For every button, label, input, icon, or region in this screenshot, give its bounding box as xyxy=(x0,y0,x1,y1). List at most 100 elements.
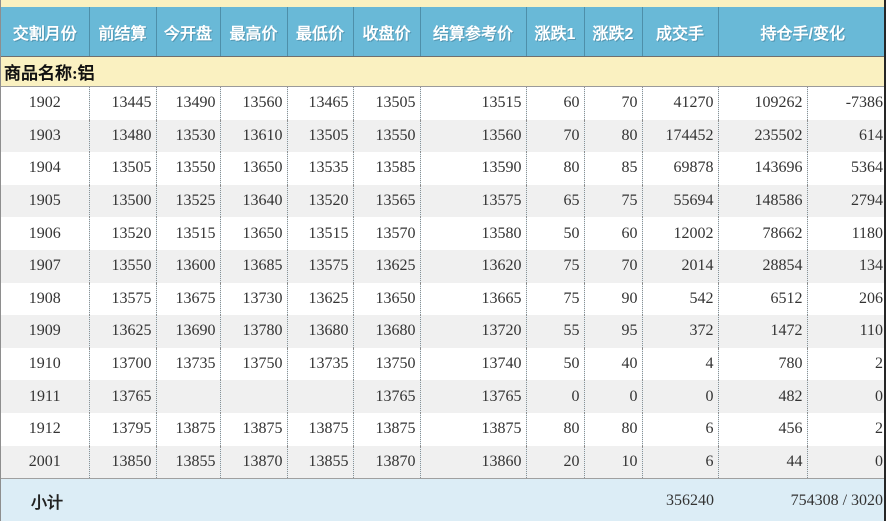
cell-month: 1902 xyxy=(1,87,89,120)
cell-settle_ref: 13740 xyxy=(420,348,526,381)
cell-open: 13735 xyxy=(156,348,220,381)
cell-oi_change: 206 xyxy=(807,283,886,316)
cell-open_interest: 6512 xyxy=(718,283,807,316)
cell-open_interest: 143696 xyxy=(718,152,807,185)
cell-close: 13625 xyxy=(353,250,420,283)
cell-open_interest: 148586 xyxy=(718,185,807,218)
cell-month: 1912 xyxy=(1,413,89,446)
cell-settle_ref: 13620 xyxy=(420,250,526,283)
cell-change1: 60 xyxy=(526,87,584,120)
cell-change1: 80 xyxy=(526,152,584,185)
cell-close: 13750 xyxy=(353,348,420,381)
cell-change2: 70 xyxy=(584,87,642,120)
futures-quote-panel: 交割月份 前结算 今开盘 最高价 最低价 收盘价 结算参考价 涨跌1 涨跌2 成… xyxy=(0,0,886,521)
cell-open_interest: 44 xyxy=(718,446,807,479)
cell-month: 1911 xyxy=(1,380,89,413)
cell-volume: 6 xyxy=(642,446,718,479)
cell-month: 1907 xyxy=(1,250,89,283)
cell-change2: 75 xyxy=(584,185,642,218)
cell-open_interest: 28854 xyxy=(718,250,807,283)
subtotal-open-interest: 754308 / 3020 xyxy=(718,479,886,521)
table-row: 1910137001373513750137351375013740504047… xyxy=(1,348,886,381)
column-header-open: 今开盘 xyxy=(156,7,220,57)
cell-low: 13520 xyxy=(287,185,353,218)
column-header-volume: 成交手 xyxy=(642,7,718,57)
cell-volume: 2014 xyxy=(642,250,718,283)
column-header-change1: 涨跌1 xyxy=(526,7,584,57)
cell-prev_settle: 13445 xyxy=(89,87,156,120)
product-name-row: 商品名称:铝 xyxy=(1,57,886,87)
cell-open: 13675 xyxy=(156,283,220,316)
cell-month: 1908 xyxy=(1,283,89,316)
cell-close: 13650 xyxy=(353,283,420,316)
column-header-high: 最高价 xyxy=(220,7,287,57)
column-header-prev-settlement: 前结算 xyxy=(89,7,156,57)
table-row: 1908135751367513730136251365013665759054… xyxy=(1,283,886,316)
cell-close: 13570 xyxy=(353,217,420,250)
cell-change2: 70 xyxy=(584,250,642,283)
cell-open_interest: 109262 xyxy=(718,87,807,120)
cell-oi_change: 5364 xyxy=(807,152,886,185)
cell-volume: 174452 xyxy=(642,120,718,153)
cell-low: 13855 xyxy=(287,446,353,479)
cell-oi_change: 0 xyxy=(807,380,886,413)
cell-high: 13650 xyxy=(220,217,287,250)
cell-volume: 6 xyxy=(642,413,718,446)
cell-settle_ref: 13590 xyxy=(420,152,526,185)
cell-open: 13600 xyxy=(156,250,220,283)
cell-month: 1903 xyxy=(1,120,89,153)
cell-change1: 80 xyxy=(526,413,584,446)
table-body: 商品名称:铝 190213445134901356013465135051351… xyxy=(1,57,886,479)
cell-open: 13490 xyxy=(156,87,220,120)
table-header: 交割月份 前结算 今开盘 最高价 最低价 收盘价 结算参考价 涨跌1 涨跌2 成… xyxy=(1,7,886,57)
cell-open_interest: 235502 xyxy=(718,120,807,153)
product-name-label: 商品名称:铝 xyxy=(1,57,886,87)
cell-high: 13610 xyxy=(220,120,287,153)
table-row: 1905135001352513640135201356513575657555… xyxy=(1,185,886,218)
cell-high: 13730 xyxy=(220,283,287,316)
cell-low: 13625 xyxy=(287,283,353,316)
cell-change1: 75 xyxy=(526,283,584,316)
column-header-close: 收盘价 xyxy=(353,7,420,57)
cell-oi_change: 110 xyxy=(807,315,886,348)
cell-low: 13875 xyxy=(287,413,353,446)
table-row: 1909136251369013780136801368013720559537… xyxy=(1,315,886,348)
cell-prev_settle: 13500 xyxy=(89,185,156,218)
table-row: 1906135201351513650135151357013580506012… xyxy=(1,217,886,250)
cell-change2: 0 xyxy=(584,380,642,413)
column-header-low: 最低价 xyxy=(287,7,353,57)
subtotal-volume: 356240 xyxy=(642,479,718,521)
cell-prev_settle: 13765 xyxy=(89,380,156,413)
cell-month: 1905 xyxy=(1,185,89,218)
table-row: 19111376513765137650004820 xyxy=(1,380,886,413)
cell-month: 1910 xyxy=(1,348,89,381)
table-footer: 小计 356240 754308 / 3020 xyxy=(1,479,886,521)
cell-open: 13690 xyxy=(156,315,220,348)
table-row: 1904135051355013650135351358513590808569… xyxy=(1,152,886,185)
cell-settle_ref: 13515 xyxy=(420,87,526,120)
cell-change2: 60 xyxy=(584,217,642,250)
cell-open_interest: 456 xyxy=(718,413,807,446)
cell-prev_settle: 13520 xyxy=(89,217,156,250)
cell-high: 13650 xyxy=(220,152,287,185)
cell-close: 13765 xyxy=(353,380,420,413)
cell-volume: 542 xyxy=(642,283,718,316)
column-header-change2: 涨跌2 xyxy=(584,7,642,57)
cell-prev_settle: 13625 xyxy=(89,315,156,348)
cell-prev_settle: 13505 xyxy=(89,152,156,185)
cell-change2: 95 xyxy=(584,315,642,348)
cell-open_interest: 780 xyxy=(718,348,807,381)
cell-volume: 372 xyxy=(642,315,718,348)
column-header-delivery-month: 交割月份 xyxy=(1,7,89,57)
cell-close: 13875 xyxy=(353,413,420,446)
futures-quote-table: 交割月份 前结算 今开盘 最高价 最低价 收盘价 结算参考价 涨跌1 涨跌2 成… xyxy=(1,7,886,521)
cell-oi_change: 134 xyxy=(807,250,886,283)
cell-high: 13780 xyxy=(220,315,287,348)
cell-open_interest: 78662 xyxy=(718,217,807,250)
cell-settle_ref: 13560 xyxy=(420,120,526,153)
cell-high: 13560 xyxy=(220,87,287,120)
cell-prev_settle: 13550 xyxy=(89,250,156,283)
cell-low: 13515 xyxy=(287,217,353,250)
cell-change1: 75 xyxy=(526,250,584,283)
subtotal-label: 小计 xyxy=(1,479,642,521)
